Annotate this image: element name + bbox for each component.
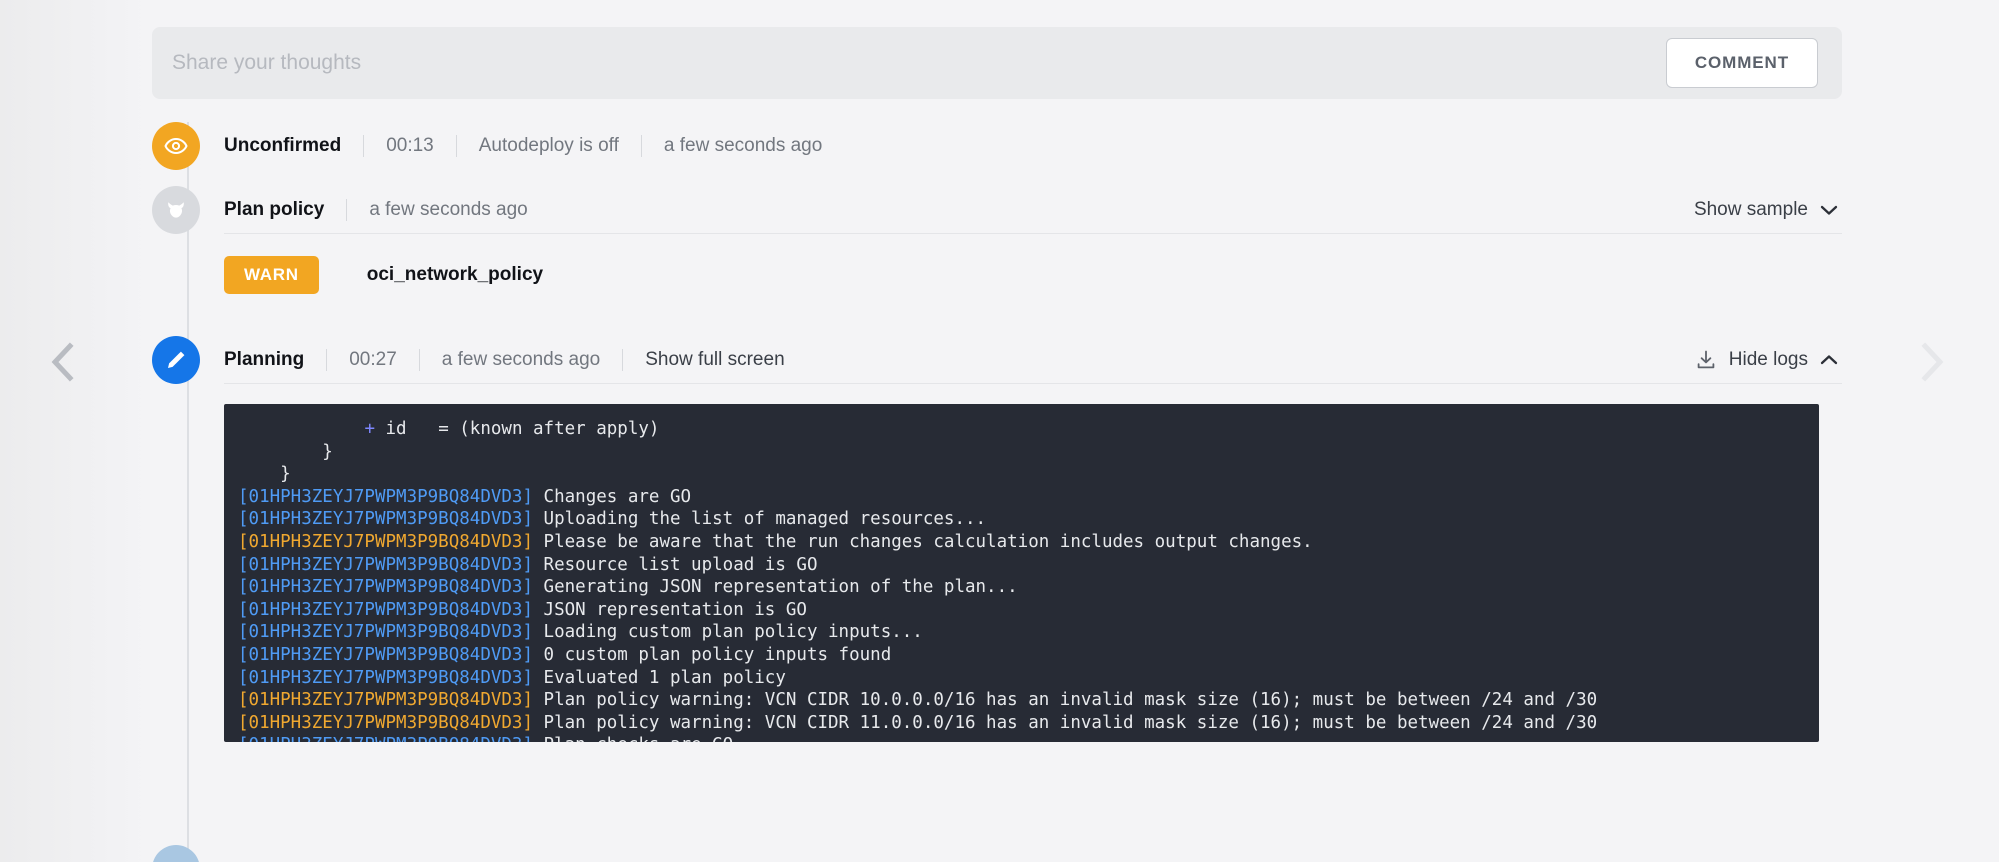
log-line: [01HPH3ZEYJ7PWPM3P9BQ84DVD3] Plan policy… [238, 690, 1598, 711]
divider [326, 348, 328, 371]
planning-body: Planning 00:27 a few seconds ago Show fu… [224, 336, 1842, 742]
log-line: [01HPH3ZEYJ7PWPM3P9BQ84DVD3] Changes are… [238, 486, 692, 507]
log-timestamp-prefix: [01HPH3ZEYJ7PWPM3P9BQ84DVD3] [238, 599, 534, 620]
chevron-left-icon [51, 342, 74, 382]
log-line: [01HPH3ZEYJ7PWPM3P9BQ84DVD3] JSON repres… [238, 599, 807, 620]
planning-title: Planning [224, 348, 305, 370]
divider [418, 348, 420, 371]
log-timestamp-prefix: [01HPH3ZEYJ7PWPM3P9BQ84DVD3] [238, 622, 534, 643]
policy-devil-icon [168, 202, 184, 218]
divider [640, 135, 642, 157]
comment-composer: COMMENT [152, 27, 1842, 99]
chevron-down-icon [1820, 205, 1838, 215]
unconfirmed-autodeploy-note: Autodeploy is off [478, 135, 619, 156]
log-line: } [322, 441, 333, 462]
log-timestamp-prefix: [01HPH3ZEYJ7PWPM3P9BQ84DVD3] [238, 554, 534, 575]
log-timestamp-prefix: [01HPH3ZEYJ7PWPM3P9BQ84DVD3] [238, 486, 534, 507]
log-line: [01HPH3ZEYJ7PWPM3P9BQ84DVD3] Plan policy… [238, 712, 1598, 733]
plan-policy-timestamp: a few seconds ago [369, 198, 528, 220]
plan-policy-status-icon [152, 186, 200, 234]
planning-status-icon [152, 336, 200, 384]
pencil-icon [168, 351, 185, 368]
planning-timestamp: a few seconds ago [441, 348, 601, 370]
page-edge-shading [0, 0, 150, 862]
unconfirmed-header: Unconfirmed 00:13 Autodeploy is off a fe… [224, 122, 1842, 170]
logs-controls: Hide logs [1665, 349, 1838, 371]
unconfirmed-body: Unconfirmed 00:13 Autodeploy is off a fe… [224, 122, 1842, 170]
download-icon [1697, 350, 1715, 368]
status-badge: WARN [224, 256, 319, 294]
timeline: Unconfirmed 00:13 Autodeploy is off a fe… [152, 122, 1842, 862]
log-timestamp-prefix: [01HPH3ZEYJ7PWPM3P9BQ84DVD3] [238, 712, 534, 733]
next-timeline-entry-icon [152, 845, 200, 862]
unconfirmed-duration: 00:13 [386, 135, 434, 156]
log-timestamp-prefix: [01HPH3ZEYJ7PWPM3P9BQ84DVD3] [238, 690, 534, 711]
plan-policy-body: Plan policy a few seconds ago Show sampl… [224, 186, 1842, 294]
unconfirmed-title: Unconfirmed [224, 135, 342, 156]
planning-duration: 00:27 [349, 348, 397, 370]
eye-icon [164, 137, 188, 155]
divider [622, 348, 624, 371]
log-line: [01HPH3ZEYJ7PWPM3P9BQ84DVD3] Plan checks… [238, 734, 1819, 742]
comment-button[interactable]: COMMENT [1665, 38, 1818, 88]
log-timestamp-prefix: [01HPH3ZEYJ7PWPM3P9BQ84DVD3] [238, 531, 534, 552]
hide-logs-toggle[interactable]: Hide logs [1729, 349, 1838, 371]
log-diff-add-marker: + [364, 419, 375, 439]
plan-policy-title: Plan policy [224, 198, 325, 220]
timeline-entry-plan-policy: Plan policy a few seconds ago Show sampl… [152, 186, 1842, 294]
plan-policy-header: Plan policy a few seconds ago Show sampl… [224, 186, 1842, 234]
log-line: [01HPH3ZEYJ7PWPM3P9BQ84DVD3] Generating … [238, 577, 1018, 598]
log-line: + id = (known after apply) [364, 419, 660, 439]
log-line: [01HPH3ZEYJ7PWPM3P9BQ84DVD3] Please be a… [238, 531, 1313, 552]
chevron-up-icon [1820, 354, 1838, 364]
log-line: [01HPH3ZEYJ7PWPM3P9BQ84DVD3] Loading cus… [238, 622, 923, 643]
plan-policy-sample-row: WARN oci_network_policy [224, 256, 1842, 294]
download-logs-button[interactable] [1695, 349, 1717, 371]
show-full-screen-button[interactable]: Show full screen [645, 349, 784, 371]
log-line: [01HPH3ZEYJ7PWPM3P9BQ84DVD3] Evaluated 1… [238, 667, 786, 688]
divider [455, 135, 457, 157]
log-line: [01HPH3ZEYJ7PWPM3P9BQ84DVD3] Uploading t… [238, 509, 987, 530]
planning-header: Planning 00:27 a few seconds ago Show fu… [224, 336, 1842, 384]
unconfirmed-timestamp: a few seconds ago [663, 135, 823, 156]
prev-run-button[interactable] [38, 338, 86, 386]
log-timestamp-prefix: [01HPH3ZEYJ7PWPM3P9BQ84DVD3] [238, 577, 534, 598]
policy-name[interactable]: oci_network_policy [367, 264, 543, 286]
log-line: [01HPH3ZEYJ7PWPM3P9BQ84DVD3] Resource li… [238, 554, 818, 575]
log-timestamp-prefix: [01HPH3ZEYJ7PWPM3P9BQ84DVD3] [238, 667, 534, 688]
log-timestamp-prefix: [01HPH3ZEYJ7PWPM3P9BQ84DVD3] [238, 644, 534, 665]
log-timestamp-prefix: [01HPH3ZEYJ7PWPM3P9BQ84DVD3] [238, 735, 533, 742]
log-line: [01HPH3ZEYJ7PWPM3P9BQ84DVD3] 0 custom pl… [238, 644, 892, 665]
log-timestamp-prefix: [01HPH3ZEYJ7PWPM3P9BQ84DVD3] [238, 509, 534, 530]
log-line: } [280, 464, 291, 485]
timeline-entry-unconfirmed: Unconfirmed 00:13 Autodeploy is off a fe… [152, 122, 1842, 170]
timeline-entry-planning: Planning 00:27 a few seconds ago Show fu… [152, 336, 1842, 742]
run-timeline-page: COMMENT Unconfirmed 00:13 Autodeploy is … [0, 0, 1999, 862]
chevron-right-icon [1921, 342, 1944, 382]
show-sample-label: Show sample [1693, 198, 1808, 220]
next-run-button[interactable] [1908, 338, 1956, 386]
log-console[interactable]: + id = (known after apply) } } [01HPH3ZEY… [224, 404, 1819, 742]
show-sample-toggle[interactable]: Show sample [1664, 199, 1838, 221]
unconfirmed-status-icon [152, 122, 200, 170]
hide-logs-label: Hide logs [1728, 348, 1808, 370]
divider [363, 135, 365, 157]
divider [346, 198, 348, 221]
comment-input[interactable] [172, 27, 1666, 99]
